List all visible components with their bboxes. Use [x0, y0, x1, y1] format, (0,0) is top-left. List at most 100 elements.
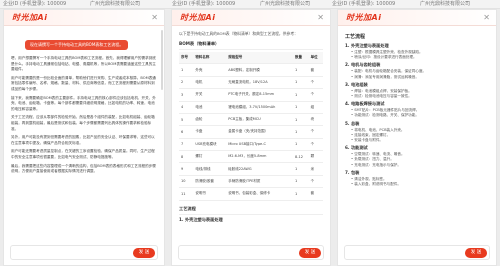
table-cell: 硅胶线22AWG	[226, 162, 293, 176]
company-name-label-3: 广州光鼎科技有限公司	[420, 1, 471, 7]
table-cell: 米	[308, 162, 323, 176]
message-area: 现在请撰写一个手持电动工具的BOM表和工艺流程。 嗯，用户想要撰写一个手持电动工…	[4, 27, 164, 241]
table-cell: 齿轮	[193, 113, 227, 127]
message-input[interactable]: 发 送	[178, 245, 324, 260]
table-cell: 个	[308, 76, 323, 90]
table-cell: 11	[179, 187, 194, 201]
close-icon[interactable]: ✕	[151, 13, 158, 22]
flow-step-item: • 测试：检测电池电压与容量一致性。	[351, 94, 412, 99]
table-cell: 套	[308, 187, 323, 201]
table-cell: 1	[292, 76, 309, 90]
message-input[interactable]: 发 送	[10, 245, 158, 260]
table-cell: 金属卡盘（夹/夹持范围）	[226, 125, 293, 139]
send-button[interactable]: 发 送	[299, 248, 321, 258]
enterprise-id-label: 企业ID (手机登录): 100009	[3, 1, 67, 7]
send-button[interactable]: 发 送	[465, 248, 487, 258]
flow-step-title: 6. 功能测试	[345, 145, 368, 151]
table-row: 1 外壳 ABS塑料，定制开模 1 套	[179, 63, 323, 77]
table-row: 6 卡盘 金属卡盘（夹/夹持范围） 1 个	[179, 125, 323, 139]
table-cell: USB充电模块	[193, 138, 227, 152]
table-cell: 5	[179, 113, 194, 127]
table-cell: Micro USB接口/Type-C	[226, 138, 293, 152]
table-row: 7 USB充电模块 Micro USB接口/Type-C 1 个	[179, 138, 323, 152]
reasoning-paragraph: 最后，我需要把这些内容整理成一个清晰的结构，包括BOM表的表格形式和工艺流程的步…	[11, 163, 156, 174]
table-cell: 说明书	[193, 187, 227, 201]
table-cell: 1	[292, 175, 309, 189]
table-cell: 组	[308, 101, 323, 114]
table-row: 8 螺钉 M2.6-M3，长度5-8mm 8-12 颗	[179, 150, 323, 164]
flow-step-title: 4. 电路板焊接与测试	[345, 101, 385, 107]
table-cell: M2.6-M3，长度5-8mm	[226, 150, 293, 164]
flow-step-item: • 装入彩盒，附说明书与配件。	[351, 182, 401, 187]
chat-panel-middle: 时光加Ai ✕ 以下是手持电动工具的BOM表（物料清单）和典型工艺流程，供参考：…	[171, 9, 331, 266]
table-cell: PTC电子开关，额定8-15mm	[226, 88, 293, 102]
brand-logo: 时光加Ai	[346, 13, 382, 22]
table-cell: 电池	[193, 101, 227, 114]
table-cell: 无刷直流电机，18V/12A	[226, 76, 293, 90]
table-cell: 颗	[308, 150, 323, 164]
table-row: 3 开关 PTC电子开关，额定8-15mm 1 个	[179, 88, 323, 102]
table-cell: 8-12	[292, 150, 309, 164]
flow-step-item: • 充电测试：充电指示与保护。	[351, 162, 401, 167]
table-row: 4 电池 锂电池模组，3.7V/1500mAh 1 组	[179, 101, 323, 114]
table-row: 2 电机 无刷直流电机，18V/12A 1 个	[179, 76, 323, 90]
column-header: 数量	[292, 52, 309, 65]
table-cell: 1	[292, 138, 309, 152]
table-header-row: 序号 物料名称 规格型号 数量 单位	[179, 52, 323, 65]
answer-intro: 以下是手持电动工具的BOM表（物料清单）和典型工艺流程，供参考：	[179, 31, 298, 36]
table-cell: 块	[308, 113, 323, 127]
flow-step-title: 1. 外壳注塑与表面处理	[345, 43, 389, 48]
table-cell: 1	[292, 162, 309, 176]
reasoning-paragraph: 关于工艺流程，应该从零部件的检验开始，然后是各个组件的装配，比如电机组装、齿轮箱…	[11, 115, 155, 131]
column-header: 序号	[179, 52, 194, 65]
send-button[interactable]: 发 送	[133, 248, 155, 258]
close-icon[interactable]: ✕	[483, 13, 490, 22]
table-cell: 1	[292, 101, 309, 114]
table-cell: 7	[179, 138, 194, 152]
scrollbar[interactable]	[161, 30, 163, 90]
table-cell: 1	[292, 125, 309, 139]
message-area: 以下是手持电动工具的BOM表（物料清单）和典型工艺流程，供参考： BOM表（物料…	[172, 27, 330, 241]
flow-step-item: • 喷涂/丝印：按设计要求进行表面处理。	[351, 55, 417, 60]
app-stage: 企业ID (手机登录): 100009 广州光鼎科技有限公司 企业ID (手机登…	[0, 0, 500, 266]
column-header: 单位	[308, 52, 323, 65]
chat-panel-left: 时光加Ai ✕ 现在请撰写一个手持电动工具的BOM表和工艺流程。 嗯，用户想要撰…	[3, 9, 165, 266]
table-row: 9 电线/排线 硅胶线22AWG 1 米	[179, 162, 323, 176]
flow-step-title: 5. 总装	[345, 120, 360, 126]
bom-table: 序号 物料名称 规格型号 数量 单位 1 外壳 ABS塑料，定制开模 1 套 2 电机 无刷直…	[179, 52, 323, 201]
reasoning-paragraph: 嗯，用户想要撰写一个手持电动工具的BOM表和工艺流程。首先，我得理解用户的需求到…	[11, 56, 156, 72]
reasoning-paragraph: 用户可能需要的是一份比较全面的清单，帮助他们进行采购、生产或者成本核算。BOM表…	[11, 75, 156, 91]
table-cell: 个	[308, 88, 323, 102]
message-input[interactable]: 发 送	[344, 245, 490, 260]
table-cell: 1	[292, 113, 309, 127]
enterprise-id-label-3: 企业ID (手机登录): 100009	[332, 1, 396, 7]
table-cell: 10	[179, 175, 194, 189]
table-cell: 外壳	[193, 63, 227, 77]
brand-logo: 时光加Ai	[12, 13, 48, 22]
flow-section-title: 工艺流程	[179, 206, 323, 215]
brand-bar: 时光加Ai	[172, 10, 330, 26]
table-cell: 卡盘	[193, 125, 227, 139]
table-cell: 4	[179, 101, 194, 114]
table-cell: 3	[179, 88, 194, 102]
chat-panel-right: 时光加Ai ✕ 工艺流程 1. 外壳注塑与表面处理 • 注塑：根据模具注塑外壳，检…	[337, 9, 497, 266]
user-message-bubble: 现在请撰写一个手持电动工具的BOM表和工艺流程。	[25, 40, 129, 50]
table-cell: 6	[179, 125, 194, 139]
company-name-label: 广州光鼎科技有限公司	[90, 1, 141, 7]
table-cell: 2	[179, 76, 194, 90]
message-area: 工艺流程 1. 外壳注塑与表面处理 • 注塑：根据模具注塑外壳，检查外观缺陷。 • …	[338, 27, 496, 241]
flow-step-title: 3. 电池组装	[345, 81, 368, 87]
close-icon[interactable]: ✕	[317, 13, 324, 22]
table-cell: 8	[179, 150, 194, 164]
reasoning-paragraph: 用户可能还需要考虑质量控制点，在关键的工序设置检验，确保产品质量。同时，生产过程…	[11, 149, 155, 159]
table-cell: 手柄防滑胶/TPE材质	[226, 175, 293, 189]
table-cell: 1	[292, 187, 309, 201]
table-row: 10 防滑胶/胶套 手柄防滑胶/TPE材质 1 个	[179, 175, 323, 189]
table-cell: 9	[179, 162, 194, 176]
table-cell: 电机	[193, 76, 227, 90]
table-cell: 螺钉	[193, 150, 227, 164]
table-row: 5 齿轮 PCB主板，集成MCU 1 块	[179, 113, 323, 127]
flow-title: 工艺流程	[345, 34, 366, 40]
table-cell: PCB主板，集成MCU	[226, 113, 293, 127]
brand-logo: 时光加Ai	[180, 13, 216, 22]
